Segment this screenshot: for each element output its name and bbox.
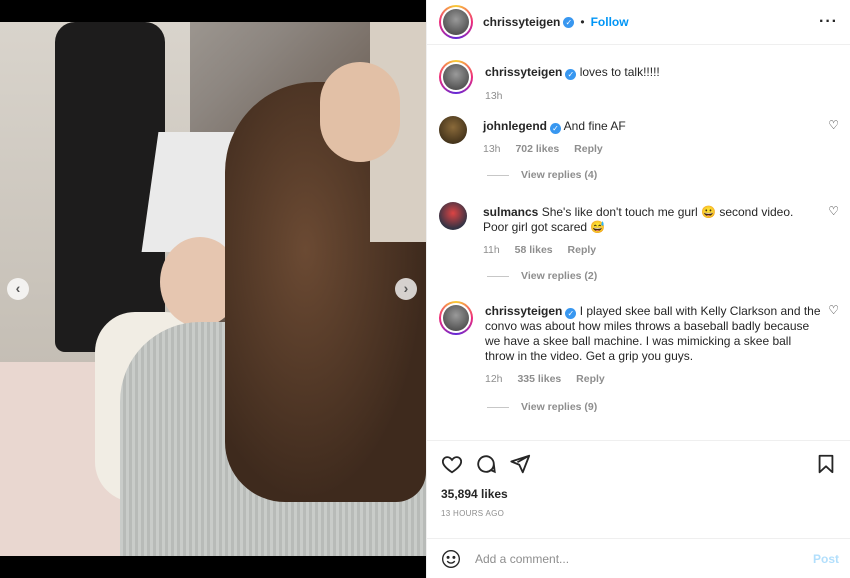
caption-username[interactable]: chrissyteigen [485,65,562,79]
verified-badge-icon: ✓ [550,123,561,134]
share-icon[interactable] [509,453,531,475]
heart-icon[interactable] [441,453,463,475]
comment-item: sulmancs She's like don't touch me gurl … [439,202,839,258]
comments-list[interactable]: chrissyteigen ✓ loves to talk!!!!! 13h jo… [427,46,850,440]
comment-like-heart-icon[interactable]: ♡ [828,303,839,317]
post-actions: 35,894 likes 13 HOURS AGO [427,440,850,538]
comment-item: chrissyteigen ✓ I played skee ball with K… [439,301,839,387]
emoji-icon[interactable] [441,549,461,569]
caption-avatar[interactable] [439,60,473,94]
comment-input[interactable] [475,551,813,566]
caption-text: loves to talk!!!!! [579,65,660,79]
reply-button[interactable]: Reply [574,143,603,155]
view-replies-label: View replies (9) [521,401,598,413]
post-timestamp[interactable]: 13 HOURS AGO [427,501,850,518]
comment-time[interactable]: 11h [483,244,500,256]
commenter-username[interactable]: chrissyteigen [485,304,562,318]
post-media: ‹ › [0,0,426,578]
caption: chrissyteigen ✓ loves to talk!!!!! 13h [439,60,839,104]
view-replies-button[interactable]: View replies (9) [487,401,597,413]
comment-time[interactable]: 13h [483,143,501,155]
post-comment-button[interactable]: Post [813,552,839,566]
comment-likes[interactable]: 335 likes [517,373,561,385]
comment-like-heart-icon[interactable]: ♡ [828,118,839,132]
caption-time[interactable]: 13h [485,90,503,102]
comment-icon[interactable] [475,453,497,475]
author-avatar[interactable] [439,5,473,39]
commenter-username[interactable]: johnlegend [483,119,547,133]
add-comment-bar: Post [427,538,850,578]
comment-text: And fine AF [563,119,626,133]
comment-time[interactable]: 12h [485,373,503,385]
chevron-right-icon: › [403,280,409,296]
view-replies-label: View replies (4) [521,169,598,181]
previous-media-button[interactable]: ‹ [7,278,29,300]
more-options-icon[interactable]: ··· [819,13,838,31]
post-side-panel: chrissyteigen ✓ • Follow ··· chrissyteig… [426,0,850,578]
commenter-avatar[interactable] [439,202,467,230]
author-username[interactable]: chrissyteigen [483,15,560,29]
commenter-username[interactable]: sulmancs [483,205,538,219]
view-replies-label: View replies (2) [521,270,598,282]
comment-item: johnlegend ✓ And fine AF 13h 702 likes Re… [439,116,839,157]
verified-badge-icon: ✓ [563,16,575,28]
reply-button[interactable]: Reply [576,373,605,385]
comment-likes[interactable]: 702 likes [515,143,559,155]
follow-button[interactable]: Follow [591,15,629,29]
verified-badge-icon: ✓ [565,308,577,319]
comment-likes[interactable]: 58 likes [515,244,553,256]
post-photo[interactable] [0,22,426,556]
commenter-avatar[interactable] [439,116,467,144]
comment-like-heart-icon[interactable]: ♡ [828,204,839,218]
commenter-avatar[interactable] [439,301,473,335]
verified-badge-icon: ✓ [565,69,577,80]
next-media-button[interactable]: › [395,278,417,300]
post-header: chrissyteigen ✓ • Follow ··· [427,0,850,45]
separator-dot: • [580,15,585,29]
reply-button[interactable]: Reply [568,244,597,256]
view-replies-button[interactable]: View replies (2) [487,270,597,282]
bookmark-icon[interactable] [815,453,837,475]
likes-count[interactable]: 35,894 likes [427,475,850,501]
view-replies-button[interactable]: View replies (4) [487,169,597,181]
chevron-left-icon: ‹ [15,280,21,296]
